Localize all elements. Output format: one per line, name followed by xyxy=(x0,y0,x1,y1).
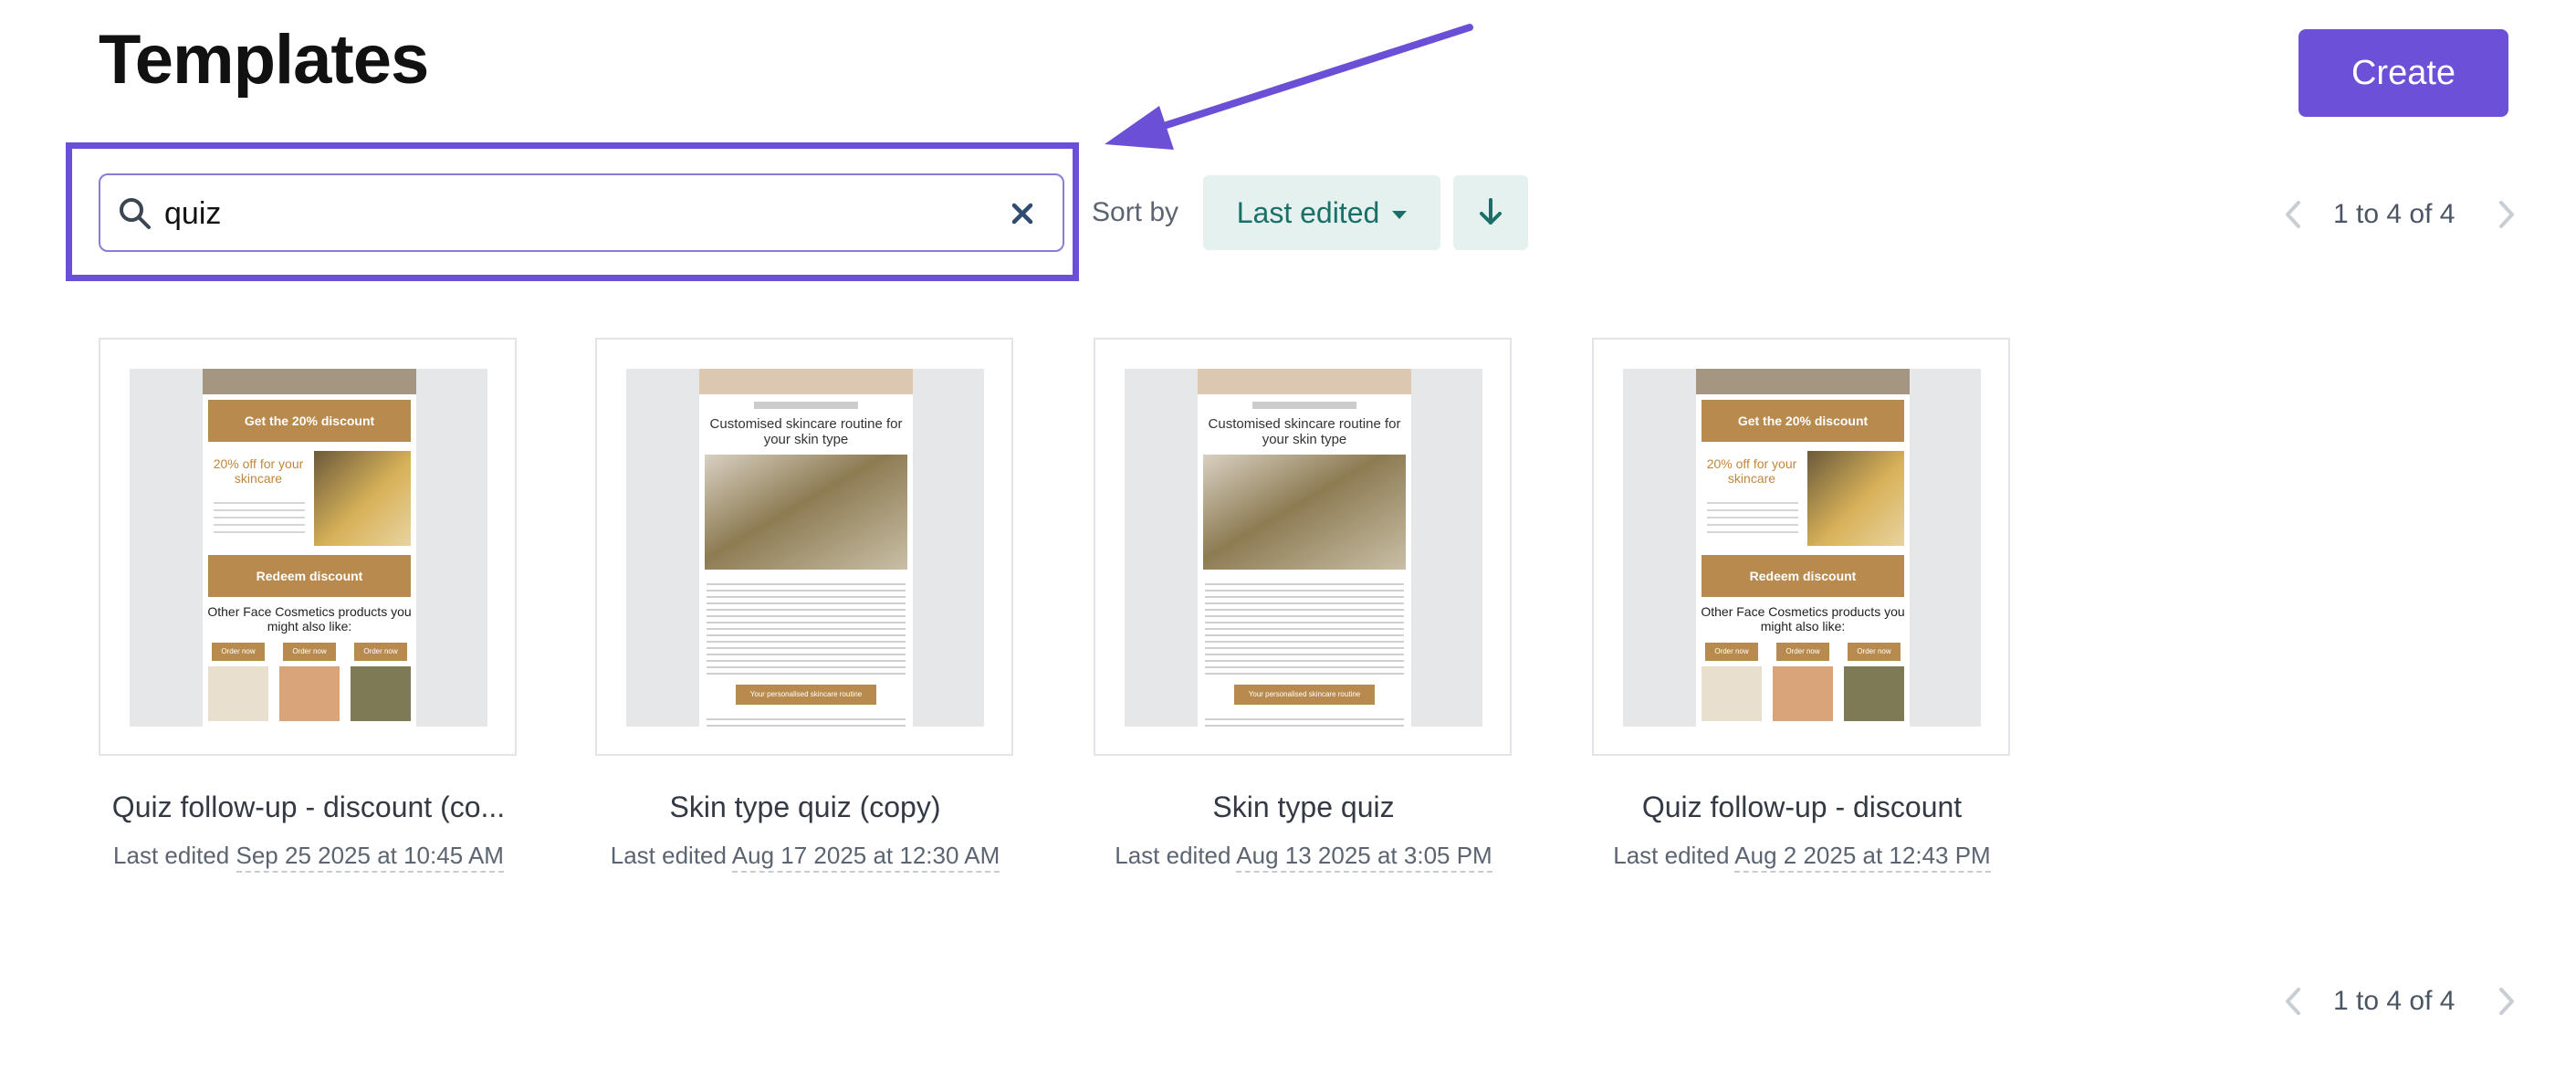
edited-date: Aug 17 2025 at 12:30 AM xyxy=(731,842,1000,873)
template-card-thumbnail[interactable]: Get the 20% discount 20% off for your sk… xyxy=(1592,338,2010,756)
template-title[interactable]: Skin type quiz xyxy=(1066,791,1541,824)
preview-order: Order now xyxy=(283,643,336,661)
prev-page-button-bottom[interactable] xyxy=(2280,986,2306,1020)
sort-label: Sort by xyxy=(1092,197,1179,227)
preview-button: Redeem discount xyxy=(208,555,411,597)
preview-offer: 20% off for your skincare xyxy=(1706,456,1797,486)
chevron-left-icon xyxy=(2286,201,2300,228)
preview-order: Order now xyxy=(354,643,407,661)
chevron-right-icon xyxy=(2499,988,2514,1015)
template-title[interactable]: Quiz follow-up - discount (co... xyxy=(71,791,546,824)
template-edited: Last edited Sep 25 2025 at 10:45 AM xyxy=(71,842,546,873)
preview-order: Order now xyxy=(1848,643,1901,661)
preview-cta: Get the 20% discount xyxy=(1702,400,1904,442)
sort-dropdown[interactable]: Last edited xyxy=(1203,175,1440,250)
next-page-button-top[interactable] xyxy=(2494,199,2519,233)
preview-button: Your personalised skincare routine xyxy=(1234,685,1375,705)
template-card-thumbnail[interactable]: Customised skincare routine for your ski… xyxy=(595,338,1013,756)
edited-date: Aug 13 2025 at 3:05 PM xyxy=(1236,842,1492,873)
email-preview: Customised skincare routine for your ski… xyxy=(626,369,984,727)
edited-prefix: Last edited xyxy=(1115,842,1231,869)
template-title[interactable]: Quiz follow-up - discount xyxy=(1565,791,2039,824)
edited-prefix: Last edited xyxy=(610,842,727,869)
preview-offer: 20% off for your skincare xyxy=(213,456,304,486)
preview-section: Other Face Cosmetics products you might … xyxy=(207,604,412,633)
pagination-range-top: 1 to 4 of 4 xyxy=(2333,199,2456,229)
next-page-button-bottom[interactable] xyxy=(2494,986,2519,1020)
sort-selected-value: Last edited xyxy=(1236,195,1380,229)
close-icon xyxy=(1011,203,1033,225)
clear-search-button[interactable] xyxy=(1004,195,1041,232)
pagination-range-bottom: 1 to 4 of 4 xyxy=(2333,986,2456,1016)
edited-prefix: Last edited xyxy=(113,842,230,869)
sort-direction-button[interactable] xyxy=(1453,175,1528,250)
preview-section: Other Face Cosmetics products you might … xyxy=(1701,604,1905,633)
preview-cta: Get the 20% discount xyxy=(208,400,411,442)
template-edited: Last edited Aug 13 2025 at 3:05 PM xyxy=(1066,842,1541,873)
edited-date: Sep 25 2025 at 10:45 AM xyxy=(236,842,504,873)
email-preview: Get the 20% discount 20% off for your sk… xyxy=(130,369,487,727)
create-button[interactable]: Create xyxy=(2299,29,2508,117)
edited-date: Aug 2 2025 at 12:43 PM xyxy=(1734,842,1991,873)
preview-button: Your personalised skincare routine xyxy=(736,685,876,705)
preview-order: Order now xyxy=(1776,643,1829,661)
preview-heading: Customised skincare routine for your ski… xyxy=(709,416,903,447)
prev-page-button-top[interactable] xyxy=(2280,199,2306,233)
search-icon xyxy=(120,198,151,229)
search-box[interactable] xyxy=(99,173,1064,252)
preview-button: Redeem discount xyxy=(1702,555,1904,597)
template-card-thumbnail[interactable]: Get the 20% discount 20% off for your sk… xyxy=(99,338,517,756)
template-card-thumbnail[interactable]: Customised skincare routine for your ski… xyxy=(1094,338,1512,756)
chevron-right-icon xyxy=(2499,201,2514,228)
search-input[interactable] xyxy=(164,188,968,239)
email-preview: Customised skincare routine for your ski… xyxy=(1125,369,1482,727)
preview-heading: Customised skincare routine for your ski… xyxy=(1208,416,1401,447)
preview-order: Order now xyxy=(212,643,265,661)
template-title[interactable]: Skin type quiz (copy) xyxy=(568,791,1042,824)
edited-prefix: Last edited xyxy=(1613,842,1730,869)
arrow-down-icon xyxy=(1480,197,1502,225)
template-edited: Last edited Aug 17 2025 at 12:30 AM xyxy=(568,842,1042,873)
chevron-left-icon xyxy=(2286,988,2300,1015)
caret-down-icon xyxy=(1392,210,1408,219)
template-edited: Last edited Aug 2 2025 at 12:43 PM xyxy=(1565,842,2039,873)
page-title: Templates xyxy=(99,21,429,99)
preview-order: Order now xyxy=(1705,643,1758,661)
email-preview: Get the 20% discount 20% off for your sk… xyxy=(1623,369,1981,727)
annotation-arrow xyxy=(1105,24,1473,150)
